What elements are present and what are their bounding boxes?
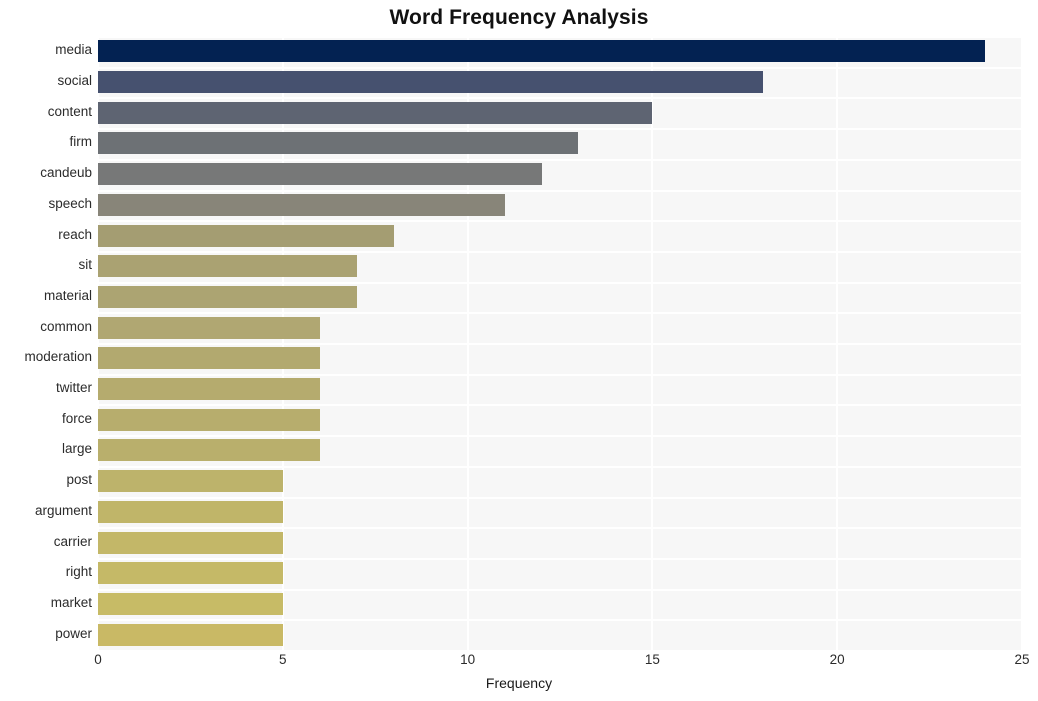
y-gridline — [98, 527, 1022, 529]
y-axis-tick-label: media — [55, 42, 92, 57]
bar — [98, 255, 357, 277]
y-axis-tick-labels: media social content firm candeub speech reach… — [0, 36, 92, 650]
bar — [98, 501, 283, 523]
y-gridline — [98, 67, 1022, 69]
y-axis-tick-label: large — [61, 441, 92, 456]
y-gridline — [98, 435, 1022, 437]
y-gridline — [98, 374, 1022, 376]
y-gridline — [98, 312, 1022, 314]
bar — [98, 562, 283, 584]
y-axis-tick-label: content — [47, 104, 92, 119]
x-axis-tick-label: 25 — [1014, 652, 1030, 667]
y-gridline — [98, 558, 1022, 560]
y-axis-tick-label: power — [55, 626, 92, 641]
y-axis-tick-label: sit — [78, 257, 93, 272]
bar — [98, 225, 394, 247]
y-axis-tick-label: firm — [69, 134, 93, 149]
y-gridline — [98, 251, 1022, 253]
bar — [98, 71, 764, 93]
y-gridline — [98, 343, 1022, 345]
y-axis-tick-label: twitter — [55, 380, 92, 395]
y-gridline — [98, 190, 1022, 192]
x-axis-tick-labels: 0 5 10 15 20 25 — [0, 652, 1038, 674]
chart-title: Word Frequency Analysis — [389, 6, 649, 29]
bar — [98, 532, 283, 554]
y-axis-tick-label: candeub — [40, 165, 92, 180]
plot-area — [97, 36, 1023, 652]
x-axis-tick-label: 15 — [644, 652, 660, 667]
y-axis-tick-label: speech — [48, 196, 92, 211]
y-gridline — [98, 466, 1022, 468]
bar — [98, 132, 579, 154]
bar — [98, 347, 320, 369]
y-gridline — [98, 497, 1022, 499]
y-axis-tick-label: reach — [58, 227, 92, 242]
x-axis-tick-label: 20 — [829, 652, 845, 667]
bar — [98, 194, 505, 216]
y-gridline — [98, 159, 1022, 161]
x-axis-tick-label: 5 — [279, 652, 287, 667]
y-gridline — [98, 619, 1022, 621]
bar — [98, 102, 653, 124]
y-axis-tick-label: common — [40, 319, 92, 334]
x-axis-tick-label: 0 — [94, 652, 102, 667]
y-axis-tick-label: argument — [34, 503, 92, 518]
y-axis-tick-label: moderation — [24, 349, 92, 364]
y-axis-tick-label: carrier — [53, 534, 92, 549]
y-gridline — [98, 282, 1022, 284]
bar — [98, 378, 320, 400]
y-axis-tick-label: right — [65, 564, 92, 579]
bar — [98, 317, 320, 339]
y-axis-tick-label: material — [43, 288, 92, 303]
bar — [98, 624, 283, 646]
y-gridline — [98, 36, 1022, 38]
y-gridline — [98, 97, 1022, 99]
bar — [98, 409, 320, 431]
y-axis-tick-label: post — [66, 472, 92, 487]
y-gridline — [98, 128, 1022, 130]
word-frequency-bar-chart: Word Frequency Analysis media social conte… — [0, 0, 1038, 701]
y-gridline — [98, 220, 1022, 222]
y-axis-tick-label: force — [61, 411, 92, 426]
bar — [98, 40, 986, 62]
bar — [98, 163, 542, 185]
y-axis-tick-label: social — [57, 73, 92, 88]
bar — [98, 286, 357, 308]
x-axis-title: Frequency — [485, 675, 553, 691]
x-axis-tick-label: 10 — [460, 652, 476, 667]
bar — [98, 470, 283, 492]
bar — [98, 439, 320, 461]
y-axis-tick-label: market — [50, 595, 92, 610]
y-gridline — [98, 404, 1022, 406]
bar — [98, 593, 283, 615]
y-gridline — [98, 589, 1022, 591]
